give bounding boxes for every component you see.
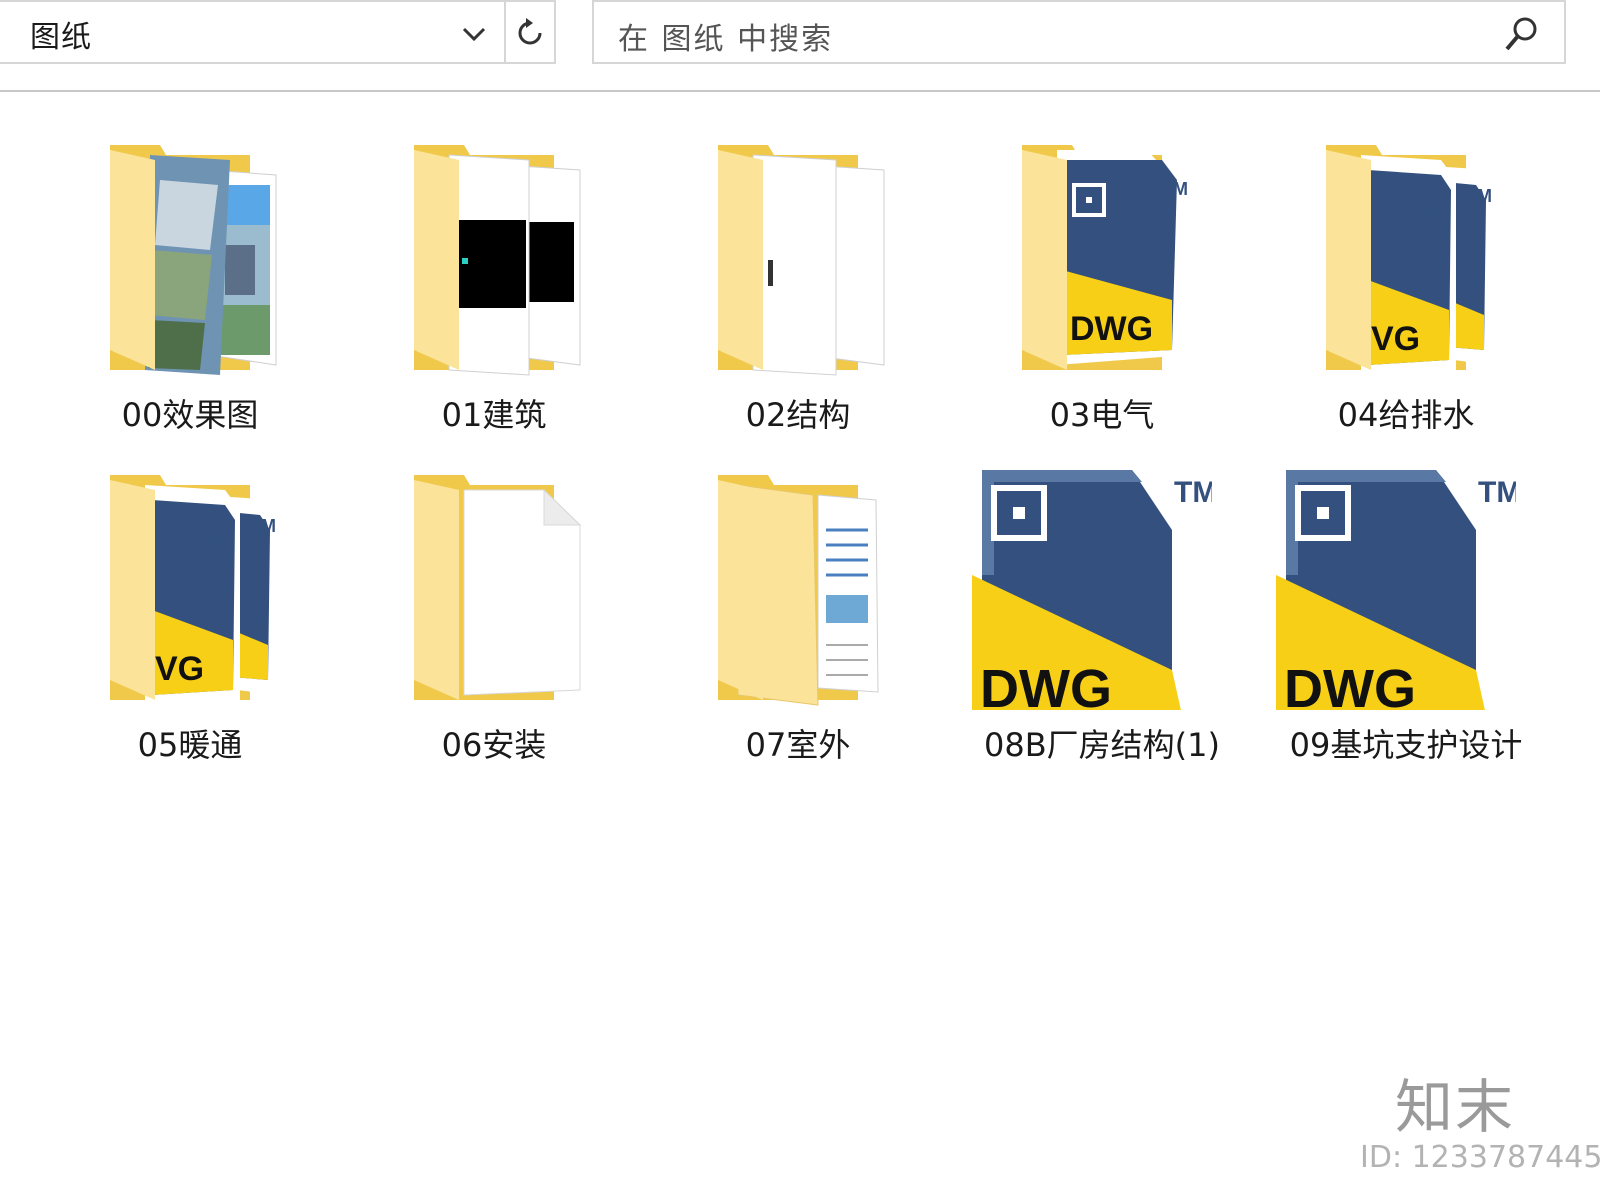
folder-item[interactable]: 02结构 (668, 140, 928, 450)
svg-text:VG: VG (1371, 320, 1420, 358)
file-item[interactable]: DWG TM 09基坑支护设计 (1276, 470, 1536, 780)
folder-blank-pages-icon (718, 145, 885, 376)
item-label: 04给排水 (1337, 396, 1475, 434)
folder-drawings-icon (414, 145, 581, 376)
refresh-icon[interactable] (510, 12, 550, 54)
folder-item[interactable]: TM VG TM 05暖通 (60, 470, 320, 780)
svg-text:VG: VG (155, 650, 204, 688)
address-bar[interactable]: 图纸 (0, 0, 556, 64)
svg-text:TM: TM (1421, 202, 1441, 218)
item-label: 06安装 (441, 726, 547, 764)
brand-logo: 知末 (1394, 1073, 1515, 1141)
item-label: 02结构 (745, 396, 851, 434)
svg-text:TM: TM (1174, 476, 1212, 509)
folder-dwg-double-icon: TM VG TM (1326, 145, 1492, 375)
folder-item[interactable]: TM VG TM 04给排水 (1276, 140, 1536, 450)
item-label: 01建筑 (441, 396, 547, 434)
svg-text:TM: TM (1162, 179, 1188, 199)
svg-text:TM: TM (250, 516, 276, 536)
chevron-down-icon[interactable] (456, 14, 492, 54)
svg-text:DWG: DWG (1284, 659, 1416, 710)
item-label: 00效果图 (121, 396, 259, 434)
folder-document-icon (414, 475, 582, 700)
dwg-file-icon: DWG TM (1276, 470, 1516, 710)
folder-item[interactable]: 06安装 (364, 470, 624, 780)
svg-text:DWG: DWG (980, 659, 1112, 710)
item-label: 09基坑支护设计 (1289, 726, 1523, 764)
file-item[interactable]: DWG TM 08B厂房结构(1) (972, 470, 1232, 780)
folder-documents-icon (718, 475, 879, 706)
address-separator (504, 2, 506, 64)
svg-text:TM: TM (1466, 186, 1492, 206)
item-label: 03电气 (1049, 396, 1155, 434)
folder-item[interactable]: DWG TM 03电气 (972, 140, 1232, 450)
folder-photo-icon (110, 145, 277, 375)
toolbar-divider (0, 90, 1600, 92)
folder-item[interactable]: 00效果图 (60, 140, 320, 450)
search-placeholder[interactable]: 在 图纸 中搜索 (618, 14, 833, 58)
item-label: 08B厂房结构(1) (983, 726, 1220, 764)
dwg-file-icon: DWG TM (972, 470, 1212, 710)
search-icon[interactable] (1502, 14, 1542, 54)
search-box[interactable]: 在 图纸 中搜索 (592, 0, 1566, 64)
folder-dwg-double-icon: TM VG TM (110, 475, 276, 705)
svg-text:DWG: DWG (1070, 310, 1153, 348)
image-id-text: ID: 1233787445 (1360, 1140, 1600, 1175)
folder-dwg-icon: DWG TM (1022, 145, 1188, 370)
item-label: 07室外 (745, 726, 851, 764)
item-label: 05暖通 (137, 726, 243, 764)
folder-item[interactable]: 07室外 (668, 470, 928, 780)
address-path[interactable]: 图纸 (30, 12, 92, 56)
svg-text:TM: TM (205, 532, 225, 548)
folder-item[interactable]: 01建筑 (364, 140, 624, 450)
svg-text:TM: TM (1478, 476, 1516, 509)
